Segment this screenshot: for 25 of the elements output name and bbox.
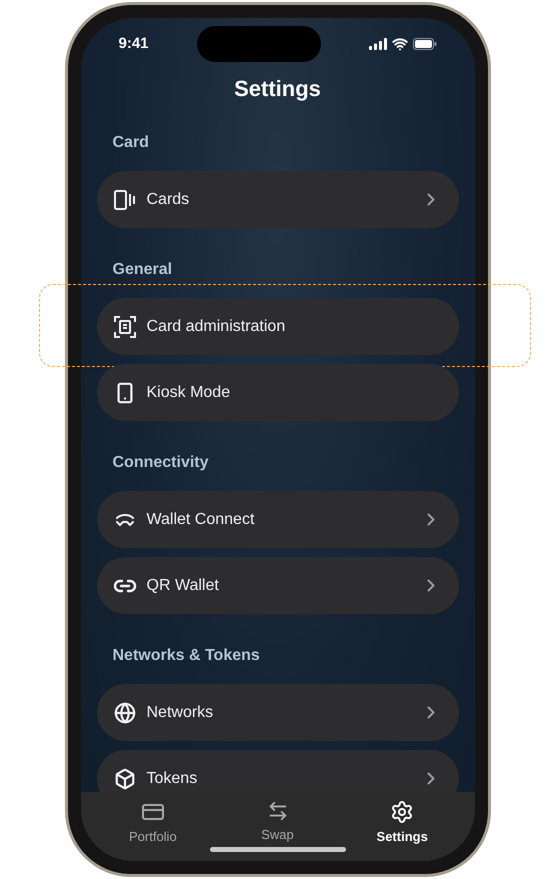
status-time: 9:41: [118, 34, 149, 54]
settings-row[interactable]: Wallet Connect: [96, 491, 458, 548]
settings-row[interactable]: QR Wallet: [96, 557, 458, 614]
settings-icon: [390, 800, 414, 824]
tab-item[interactable]: Settings: [340, 800, 465, 846]
box-icon: [114, 768, 136, 790]
screen-title: Settings: [233, 75, 322, 103]
settings-row[interactable]: Card administration: [96, 298, 458, 355]
wave-icon: [114, 512, 134, 526]
section-header: Card: [112, 133, 150, 153]
signal-icon: [368, 38, 386, 50]
settings-row[interactable]: Tokens: [96, 750, 458, 792]
section-header: Networks & Tokens: [112, 646, 261, 666]
section-header: Connectivity: [112, 453, 210, 473]
globe-icon: [114, 702, 136, 724]
settings-row[interactable]: Cards: [96, 171, 458, 228]
tab-item[interactable]: Swap: [215, 800, 340, 844]
settings-row[interactable]: Kiosk Mode: [96, 364, 458, 421]
wifi-icon: [392, 36, 408, 52]
section-header: General: [112, 260, 174, 280]
document-scan-icon: [114, 316, 136, 338]
tab-item[interactable]: Portfolio: [90, 800, 216, 846]
settings-row[interactable]: Networks: [96, 684, 458, 741]
cards-icon: [112, 188, 136, 210]
battery-icon: [412, 38, 436, 50]
